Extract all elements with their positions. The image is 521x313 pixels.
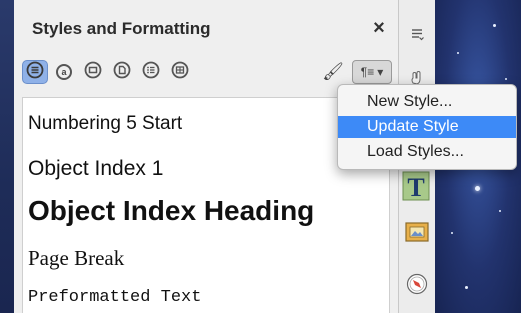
panel-title: Styles and Formatting: [32, 19, 211, 38]
paragraph-styles-icon: [26, 61, 44, 84]
page-styles-button[interactable]: [109, 60, 135, 84]
table-styles-button[interactable]: [167, 60, 193, 84]
table-styles-icon: [171, 61, 189, 84]
gallery-icon[interactable]: [405, 220, 429, 244]
list-styles-icon: [142, 61, 160, 84]
paragraph-icon: ¶≡: [360, 65, 375, 79]
frame-styles-icon: [84, 61, 102, 84]
star: [451, 232, 453, 234]
page-styles-icon: [113, 61, 131, 84]
star: [457, 52, 459, 54]
star: [465, 286, 468, 289]
menu-item-new-style[interactable]: New Style...: [338, 91, 516, 113]
list-styles-button[interactable]: [138, 60, 164, 84]
close-button[interactable]: ×: [368, 17, 390, 39]
fill-format-mode-button[interactable]: 🖌: [321, 60, 345, 84]
chevron-down-icon: ▾: [377, 65, 384, 79]
styles-actions-button[interactable]: ¶≡ ▾: [352, 60, 392, 84]
star: [493, 24, 496, 27]
list-item[interactable]: Preformatted Text: [28, 288, 201, 307]
frame-styles-button[interactable]: [80, 60, 106, 84]
navigator-icon[interactable]: [405, 272, 429, 296]
star: [505, 78, 507, 80]
svg-text:T: T: [407, 173, 424, 202]
menu-item-load-styles[interactable]: Load Styles...: [338, 141, 516, 163]
style-category-toolbar: a 🖌 ¶≡ ▾: [22, 60, 392, 88]
sidebar-menu-icon[interactable]: [405, 22, 429, 46]
list-item[interactable]: Object Index 1: [28, 157, 163, 181]
styles-list: Numbering 5 Start Object Index 1 Object …: [22, 97, 390, 313]
styles-icon[interactable]: T: [401, 170, 431, 202]
styles-actions-menu: New Style... Update Style Load Styles...: [337, 84, 517, 170]
desktop-background-left: [0, 0, 14, 313]
paragraph-styles-button[interactable]: [22, 60, 48, 84]
star: [499, 210, 501, 212]
star: [475, 186, 480, 191]
list-item[interactable]: Numbering 5 Start: [28, 113, 182, 135]
list-item[interactable]: Page Break: [28, 246, 124, 271]
character-styles-button[interactable]: a: [51, 60, 77, 84]
list-item[interactable]: Object Index Heading: [28, 195, 314, 227]
menu-item-update-style[interactable]: Update Style: [338, 116, 516, 138]
character-styles-icon: a: [56, 64, 72, 80]
paint-bucket-icon: 🖌: [322, 62, 344, 81]
panel-header: Styles and Formatting ×: [14, 0, 399, 50]
